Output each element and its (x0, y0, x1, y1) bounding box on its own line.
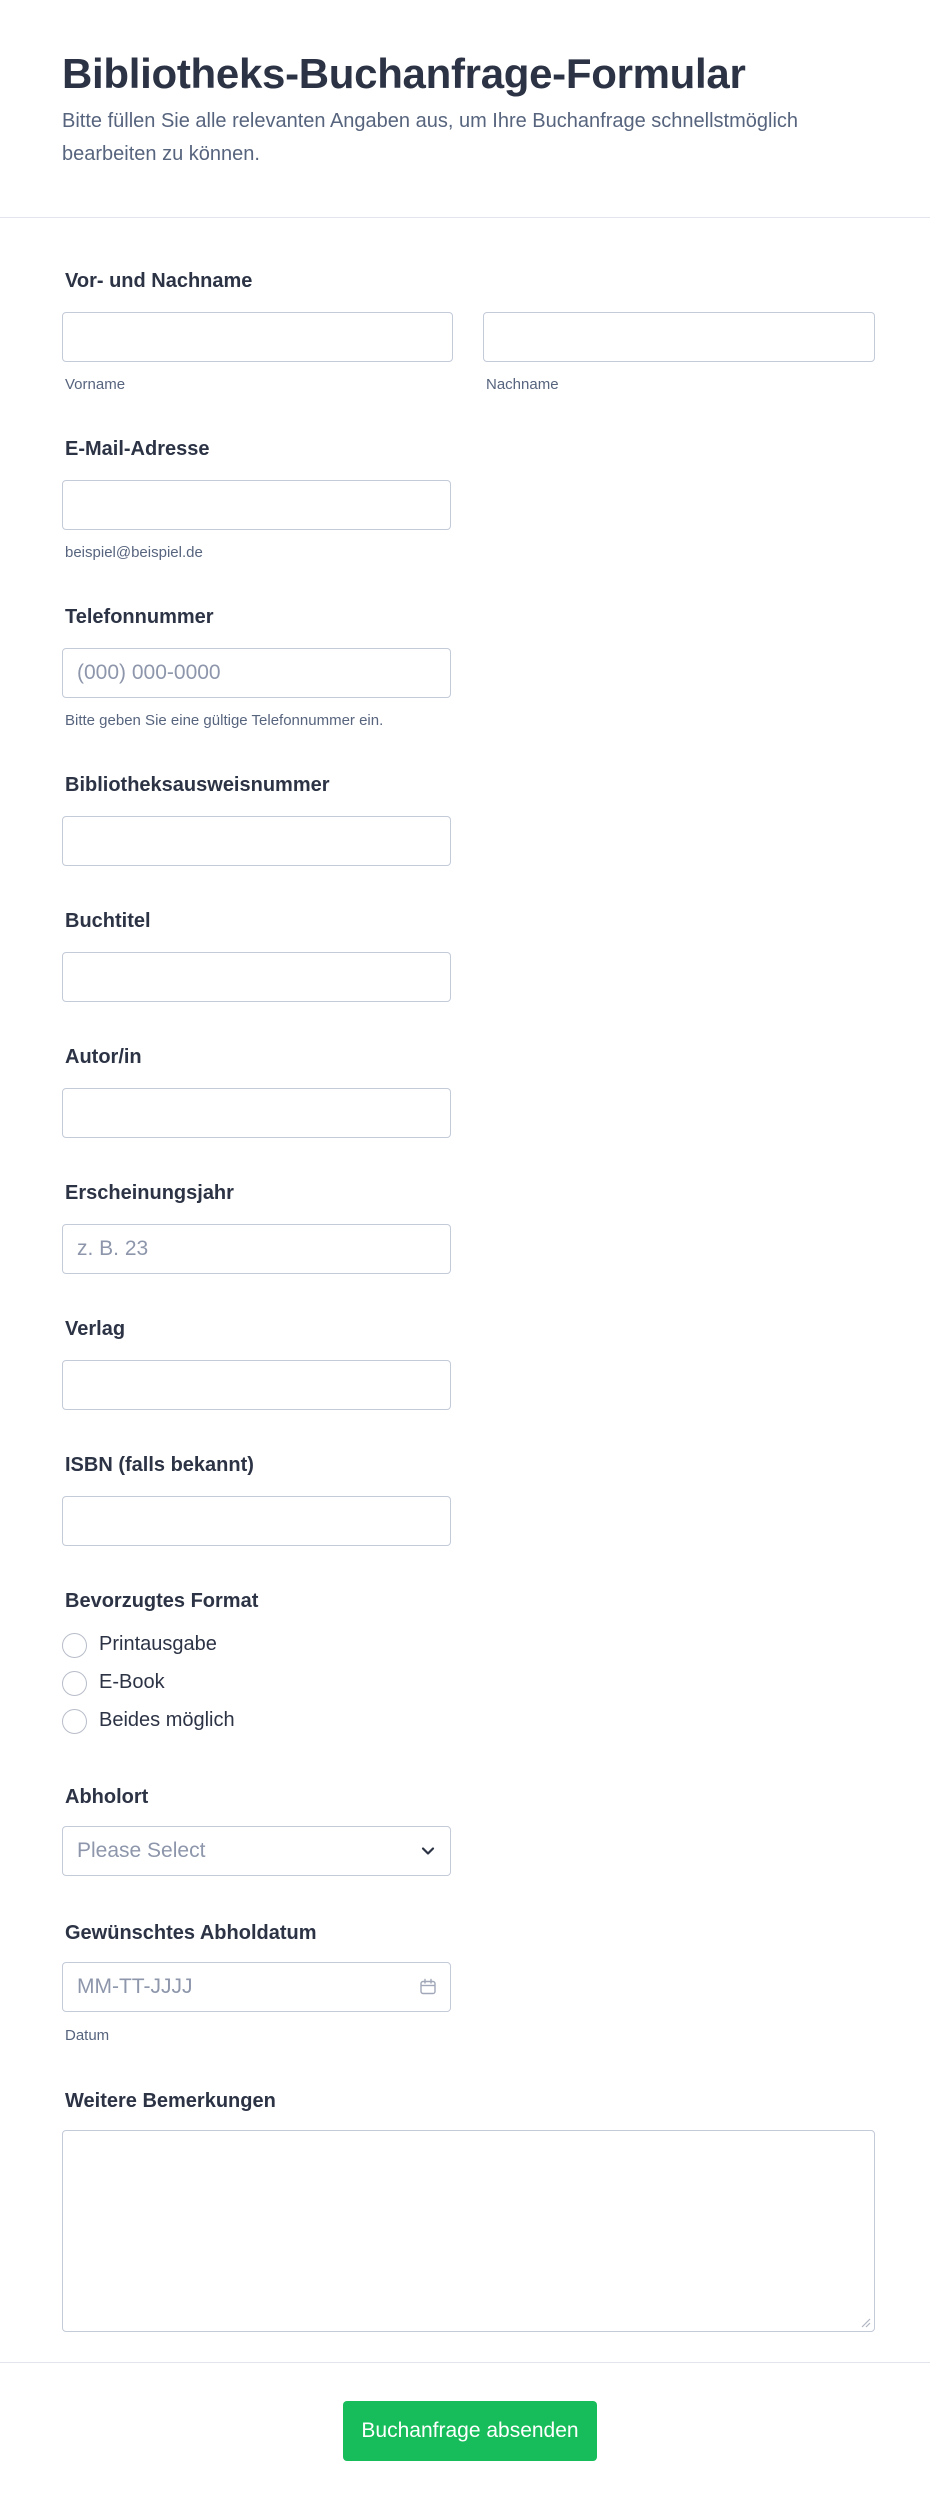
pickup-date-sublabel: Datum (65, 2027, 110, 2044)
pickup-date-label: Gewünschtes Abholdatum (65, 1922, 317, 1944)
last-name-sublabel: Nachname (486, 376, 559, 393)
chevron-down-icon (421, 1847, 435, 1855)
pickup-date-placeholder: MM-TT-JJJJ (77, 1975, 193, 1998)
radio-button[interactable] (62, 1709, 87, 1734)
publisher-label: Verlag (65, 1318, 126, 1340)
remarks-label: Weitere Bemerkungen (65, 2090, 276, 2112)
first-name-input[interactable] (62, 312, 453, 362)
isbn-label: ISBN (falls bekannt) (65, 1454, 254, 1476)
book-title-label: Buchtitel (65, 910, 151, 932)
author-label: Autor/in (65, 1046, 142, 1068)
phone-label: Telefonnummer (65, 606, 214, 628)
radio-button[interactable] (62, 1671, 87, 1696)
email-sublabel: beispiel@beispiel.de (65, 544, 203, 561)
form-subtitle: Bitte füllen Sie alle relevanten Angaben… (62, 110, 799, 165)
phone-placeholder: (000) 000-0000 (77, 661, 221, 684)
author-input[interactable] (62, 1088, 451, 1138)
form-title: Bibliotheks-Buchanfrage-Formular (62, 50, 746, 97)
year-input[interactable]: z. B. 23 (62, 1224, 451, 1274)
format-option-label: Beides möglich (99, 1709, 235, 1731)
submit-button[interactable]: Buchanfrage absenden (343, 2401, 597, 2461)
format-option-label: Printausgabe (99, 1633, 217, 1655)
format-option-label: E-Book (99, 1671, 165, 1693)
isbn-input[interactable] (62, 1496, 451, 1546)
form-header: Bibliotheks-Buchanfrage-Formular Bitte f… (0, 0, 930, 218)
format-label: Bevorzugtes Format (65, 1590, 259, 1612)
year-placeholder: z. B. 23 (77, 1237, 149, 1260)
publisher-input[interactable] (62, 1360, 451, 1410)
radio-button[interactable] (62, 1633, 87, 1658)
footer-divider (0, 2362, 930, 2363)
name-label: Vor- und Nachname (65, 270, 253, 292)
pickup-location-select[interactable]: Please Select (62, 1826, 451, 1876)
calendar-icon[interactable] (418, 1977, 438, 1997)
remarks-textarea[interactable] (62, 2130, 875, 2332)
pickup-date-input[interactable]: MM-TT-JJJJ (62, 1962, 451, 2012)
phone-sublabel: Bitte geben Sie eine gültige Telefonnumm… (65, 712, 384, 729)
first-name-sublabel: Vorname (65, 376, 126, 393)
phone-input[interactable]: (000) 000-0000 (62, 648, 451, 698)
library-card-label: Bibliotheksausweisnummer (65, 774, 330, 796)
pickup-location-label: Abholort (65, 1786, 149, 1808)
resize-handle-icon[interactable] (859, 2316, 871, 2328)
pickup-location-placeholder: Please Select (77, 1839, 206, 1862)
last-name-input[interactable] (483, 312, 875, 362)
year-label: Erscheinungsjahr (65, 1182, 234, 1204)
email-label: E-Mail-Adresse (65, 438, 210, 460)
library-card-input[interactable] (62, 816, 451, 866)
email-input[interactable] (62, 480, 451, 530)
book-title-input[interactable] (62, 952, 451, 1002)
